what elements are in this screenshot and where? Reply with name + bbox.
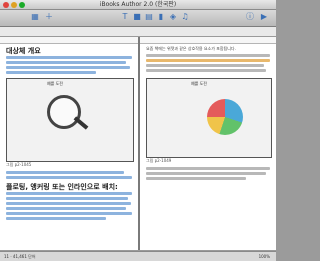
body-text-line[interactable] [146,69,266,72]
magnifier-icon [47,95,81,129]
chart-icon[interactable]: ▮ [156,12,166,22]
heading-placement[interactable]: 플로팅, 앵커링 또는 인라인으로 배치: [6,182,118,192]
body-text-line[interactable] [6,171,124,174]
right-page[interactable]: 요즘 책에는 위젯과 같은 상호작용 요소가 포함됩니다. 예를 도전 그림 p… [140,44,276,250]
body-text-line[interactable] [6,207,126,210]
body-text-line[interactable] [6,56,132,59]
figure-1[interactable]: 예를 도전 [6,78,134,162]
ruler-left[interactable] [0,37,138,44]
body-text-line[interactable] [6,71,96,74]
body-text-line[interactable] [6,176,132,179]
body-text-line[interactable] [6,212,132,215]
media-icon[interactable]: ♫ [180,12,190,22]
pie-chart-icon [207,99,243,135]
figure-2-title: 예를 도전 [191,81,207,86]
add-page-icon[interactable]: ＋ [44,12,54,22]
body-text-line[interactable] [6,202,131,205]
body-text-line[interactable] [6,66,130,69]
preview-icon[interactable]: ▶ [259,12,269,22]
title-bar: iBooks Author 2.0 (한국판) [0,0,276,10]
body-text-line[interactable] [146,167,270,170]
format-bar [0,27,276,37]
ruler-right[interactable] [140,37,276,44]
body-text-line[interactable] [146,177,246,180]
figure-2-caption: 그림 p2-1049 [146,158,172,163]
highlight-text-line[interactable] [146,59,270,62]
view-icon[interactable]: ▦ [30,12,40,22]
heading-overview[interactable]: 대상체 개요 [6,46,41,56]
body-text-line[interactable] [146,64,264,67]
body-text-line[interactable] [6,217,106,220]
toolbar: ▦ ＋ T ■ ▤ ▮ ◈ ♫ ⓘ ▶ [0,10,276,27]
widget-icon[interactable]: ◈ [168,12,178,22]
window-title: iBooks Author 2.0 (한국판) [99,1,177,8]
figure-1-caption: 그림 p2-1045 [6,162,32,167]
body-text-line[interactable] [6,61,126,64]
body-text-line[interactable] [6,192,132,195]
table-icon[interactable]: ▤ [144,12,154,22]
inspector-icon[interactable]: ⓘ [245,12,255,22]
figure-2[interactable]: 예를 도전 [146,78,272,158]
body-text-line[interactable] [146,172,266,175]
right-page-intro[interactable]: 요즘 책에는 위젯과 같은 상호작용 요소가 포함됩니다. [146,46,270,52]
body-text-line[interactable] [6,197,128,200]
page-info: 11 · 41,461 단어 [4,254,36,259]
body-text-line[interactable] [146,54,270,57]
left-page[interactable]: 대상체 개요 예를 도전 그림 p2-1045 플로팅, 앵커링 또는 인라인으… [0,44,138,250]
textbox-icon[interactable]: T [120,12,130,22]
figure-1-title: 예를 도전 [47,81,63,86]
shape-icon[interactable]: ■ [132,12,142,22]
